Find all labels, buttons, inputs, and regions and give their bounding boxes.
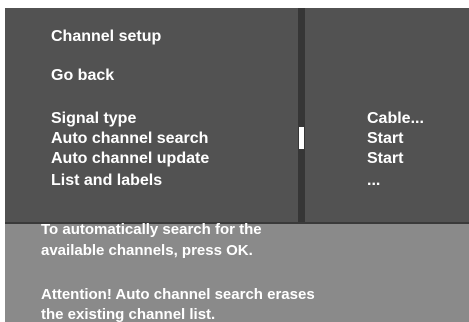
info-line-1: To automatically search for the xyxy=(41,221,262,238)
menu-item-auto-channel-search[interactable]: Auto channel search xyxy=(51,128,208,149)
menu-item-list-and-labels[interactable]: List and labels xyxy=(51,170,162,191)
tv-menu-screen: Channel setup Go back Signal type Auto c… xyxy=(5,8,469,322)
signal-type-value[interactable]: Cable... xyxy=(367,108,424,129)
info-line-2: available channels, press OK. xyxy=(41,242,253,259)
list-and-labels-value[interactable]: ... xyxy=(367,170,380,191)
panel-divider xyxy=(298,8,305,222)
menu-item-auto-channel-update[interactable]: Auto channel update xyxy=(51,148,209,169)
warning-line-1: Attention! Auto channel search erases xyxy=(41,286,315,303)
auto-channel-update-value[interactable]: Start xyxy=(367,148,403,169)
auto-channel-search-value[interactable]: Start xyxy=(367,128,403,149)
menu-title: Channel setup xyxy=(51,28,162,45)
menu-item-signal-type[interactable]: Signal type xyxy=(51,108,136,129)
warning-line-2: the existing channel list. xyxy=(41,306,216,322)
selection-indicator xyxy=(299,127,304,149)
go-back-item[interactable]: Go back xyxy=(51,65,114,86)
